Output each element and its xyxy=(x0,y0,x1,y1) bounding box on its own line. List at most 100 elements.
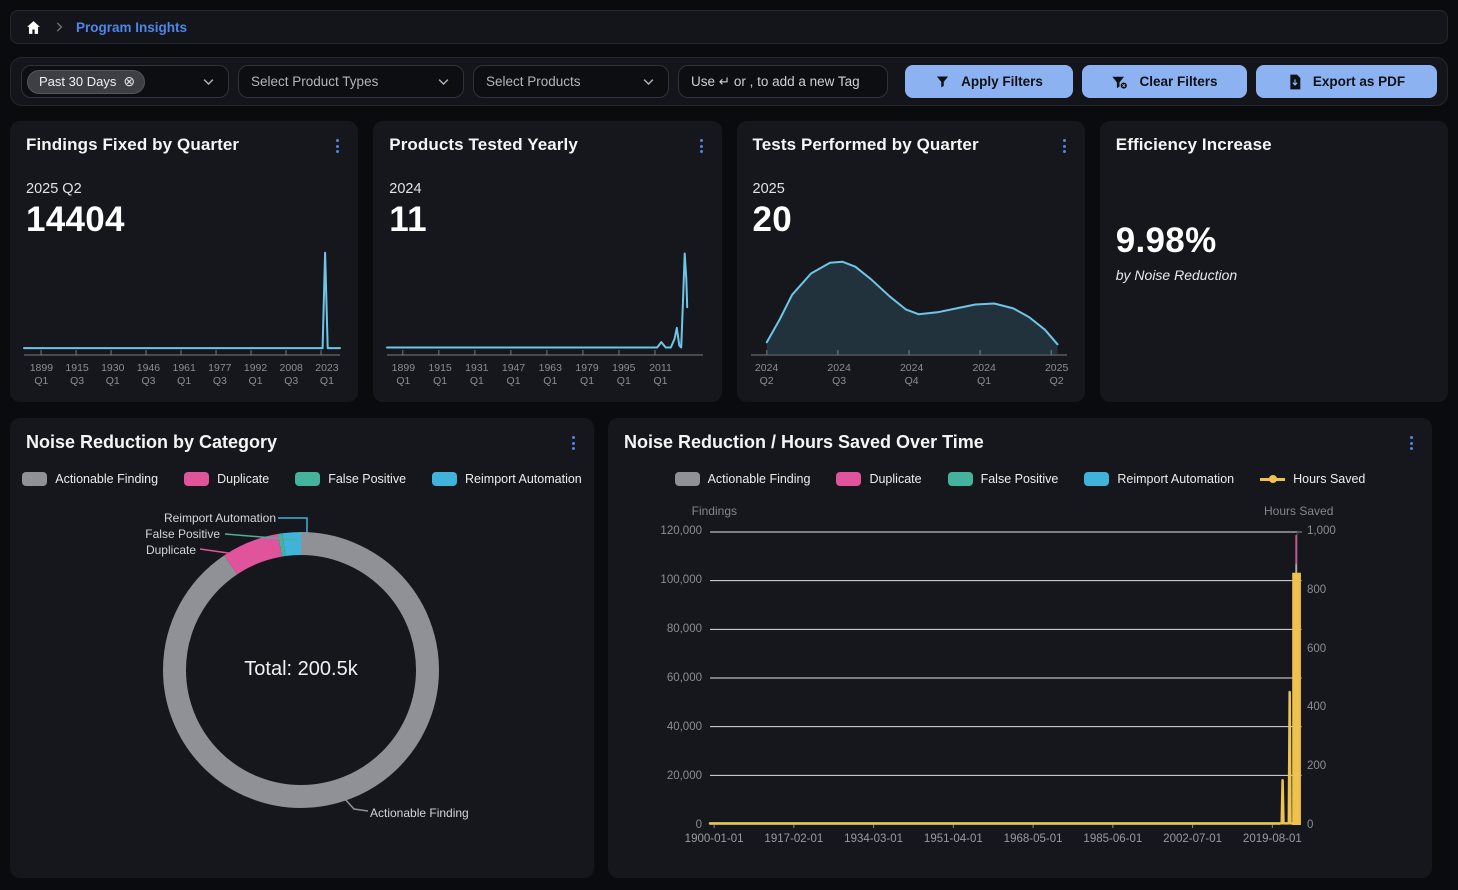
sparkline-chart xyxy=(387,244,703,356)
axis-tick-label: 2019-08-01 xyxy=(1243,832,1302,846)
card-period: 2025 xyxy=(753,181,1069,197)
clear-filters-button[interactable]: Clear Filters xyxy=(1082,65,1247,98)
legend-label: Reimport Automation xyxy=(465,472,582,486)
axis-tick-label: 1992Q1 xyxy=(244,362,267,388)
timeseries-legend: Actionable Finding Duplicate False Positiv… xyxy=(608,472,1432,486)
axis-tick-label: 2008Q3 xyxy=(280,362,303,388)
axis-tick-label: 60,000 xyxy=(667,672,702,684)
timeseries-x-labels: 1900-01-011917-02-011934-03-011951-04-01… xyxy=(710,832,1297,850)
timeseries-chart[interactable] xyxy=(710,532,1297,824)
card-products-tested: Products Tested Yearly 2024 11 1899Q1 191… xyxy=(373,121,721,402)
axis-tick-label: 1,000 xyxy=(1307,525,1336,537)
axis-tick-label: 600 xyxy=(1307,643,1326,655)
axis-tick-label: 80,000 xyxy=(667,623,702,635)
breadcrumb[interactable]: Program Insights xyxy=(76,20,187,35)
stat-cards-row: Findings Fixed by Quarter 2025 Q2 14404 … xyxy=(10,121,1448,402)
kebab-menu-icon[interactable] xyxy=(1407,432,1416,454)
axis-tick-label: 1977Q3 xyxy=(208,362,231,388)
chip-remove-icon[interactable]: ⊗ xyxy=(123,74,135,88)
axis-tick-label: 40,000 xyxy=(667,721,702,733)
legend-item-reimport-automation[interactable]: Reimport Automation xyxy=(432,472,582,486)
card-value: 20 xyxy=(753,200,1069,240)
apply-filters-button[interactable]: Apply Filters xyxy=(905,65,1073,98)
sparkline-x-labels: 1899Q11915Q31930Q11946Q31961Q11977Q31992… xyxy=(24,362,346,392)
legend-label: Duplicate xyxy=(869,472,921,486)
axis-tick-label: 2024Q4 xyxy=(900,362,923,388)
products-dropdown[interactable]: Select Products xyxy=(473,65,669,98)
top-navigation-bar: Program Insights xyxy=(10,10,1448,44)
card-period: 2024 xyxy=(389,181,705,197)
axis-tick-label: 1951-04-01 xyxy=(924,832,983,846)
panel-noise-hours-over-time: Noise Reduction / Hours Saved Over Time … xyxy=(608,418,1432,878)
axis-tick-label: 1934-03-01 xyxy=(844,832,903,846)
export-pdf-button[interactable]: Export as PDF xyxy=(1256,65,1437,98)
axis-tick-label: 2011Q1 xyxy=(649,362,672,388)
right-axis-ticks: 1,0008006004002000 xyxy=(1307,525,1377,831)
legend-swatch xyxy=(295,472,320,486)
axis-tick-label: 1900-01-01 xyxy=(685,832,744,846)
kebab-menu-icon[interactable] xyxy=(569,432,578,454)
legend-label: False Positive xyxy=(981,472,1059,486)
axis-tick-label: 100,000 xyxy=(660,574,702,586)
axis-tick-label: 1930Q1 xyxy=(101,362,124,388)
chevron-down-icon xyxy=(436,74,451,89)
axis-tick-label: 2025Q2 xyxy=(1045,362,1068,388)
home-icon[interactable] xyxy=(25,19,42,36)
axis-tick-label: 1899Q1 xyxy=(392,362,415,388)
tag-input[interactable] xyxy=(678,65,888,98)
axis-tick-label: 20,000 xyxy=(667,770,702,782)
axis-tick-label: 1917-02-01 xyxy=(764,832,823,846)
legend-item-hours-saved[interactable]: Hours Saved xyxy=(1260,472,1365,486)
legend-item-duplicate[interactable]: Duplicate xyxy=(836,472,921,486)
card-value: 14404 xyxy=(26,200,342,240)
card-title: Tests Performed by Quarter xyxy=(753,135,979,155)
kebab-menu-icon[interactable] xyxy=(697,135,706,157)
axis-tick-label: 2024Q3 xyxy=(827,362,850,388)
right-axis-title: Hours Saved xyxy=(1264,504,1333,518)
left-axis-title: Findings xyxy=(653,504,737,518)
axis-tick-label: 1915Q1 xyxy=(428,362,451,388)
left-axis-ticks: 120,000100,00080,00060,00040,00020,0000 xyxy=(628,525,702,831)
filter-clear-icon xyxy=(1111,74,1128,90)
kebab-menu-icon[interactable] xyxy=(1060,135,1069,157)
axis-tick-label: 1915Q3 xyxy=(65,362,88,388)
kebab-menu-icon[interactable] xyxy=(333,135,342,157)
filter-toolbar: Past 30 Days ⊗ Select Product Types Sele… xyxy=(10,57,1448,106)
callout-duplicate: Duplicate xyxy=(146,543,196,557)
axis-tick-label: 400 xyxy=(1307,701,1326,713)
axis-tick-label: 1931Q1 xyxy=(465,362,488,388)
breadcrumb-separator-icon xyxy=(52,20,66,34)
legend-label: Duplicate xyxy=(217,472,269,486)
legend-item-actionable-finding[interactable]: Actionable Finding xyxy=(675,472,811,486)
axis-tick-label: 1961Q1 xyxy=(172,362,195,388)
chevron-down-icon xyxy=(201,74,216,89)
legend-item-false-positive[interactable]: False Positive xyxy=(948,472,1059,486)
card-efficiency-increase: Efficiency Increase 9.98% by Noise Reduc… xyxy=(1100,121,1448,402)
legend-item-reimport-automation[interactable]: Reimport Automation xyxy=(1084,472,1234,486)
card-title: Products Tested Yearly xyxy=(389,135,578,155)
axis-tick-label: 1995Q1 xyxy=(612,362,635,388)
date-range-dropdown[interactable]: Past 30 Days ⊗ xyxy=(21,65,229,98)
legend-label: Hours Saved xyxy=(1293,472,1365,486)
products-placeholder: Select Products xyxy=(486,74,581,89)
callout-reimport-automation: Reimport Automation xyxy=(164,511,276,525)
legend-swatch xyxy=(836,472,861,486)
card-value: 11 xyxy=(389,200,705,240)
legend-label: False Positive xyxy=(328,472,406,486)
date-range-chip: Past 30 Days ⊗ xyxy=(27,70,145,94)
panel-noise-reduction-category: Noise Reduction by Category Actionable F… xyxy=(10,418,594,878)
legend-swatch xyxy=(1084,472,1109,486)
sparkline-x-labels: 1899Q11915Q11931Q11947Q11963Q11979Q11995… xyxy=(387,362,709,392)
efficiency-value: 9.98% xyxy=(1116,221,1432,261)
sparkline-chart xyxy=(24,244,340,356)
category-legend: Actionable Finding Duplicate False Positiv… xyxy=(10,472,594,486)
legend-item-false-positive[interactable]: False Positive xyxy=(295,472,406,486)
axis-tick-label: 1985-06-01 xyxy=(1083,832,1142,846)
product-types-dropdown[interactable]: Select Product Types xyxy=(238,65,464,98)
legend-item-duplicate[interactable]: Duplicate xyxy=(184,472,269,486)
card-findings-fixed: Findings Fixed by Quarter 2025 Q2 14404 … xyxy=(10,121,358,402)
callout-actionable-finding: Actionable Finding xyxy=(370,806,469,820)
legend-item-actionable-finding[interactable]: Actionable Finding xyxy=(22,472,158,486)
panel-title: Noise Reduction / Hours Saved Over Time xyxy=(624,432,984,453)
legend-label: Actionable Finding xyxy=(708,472,811,486)
